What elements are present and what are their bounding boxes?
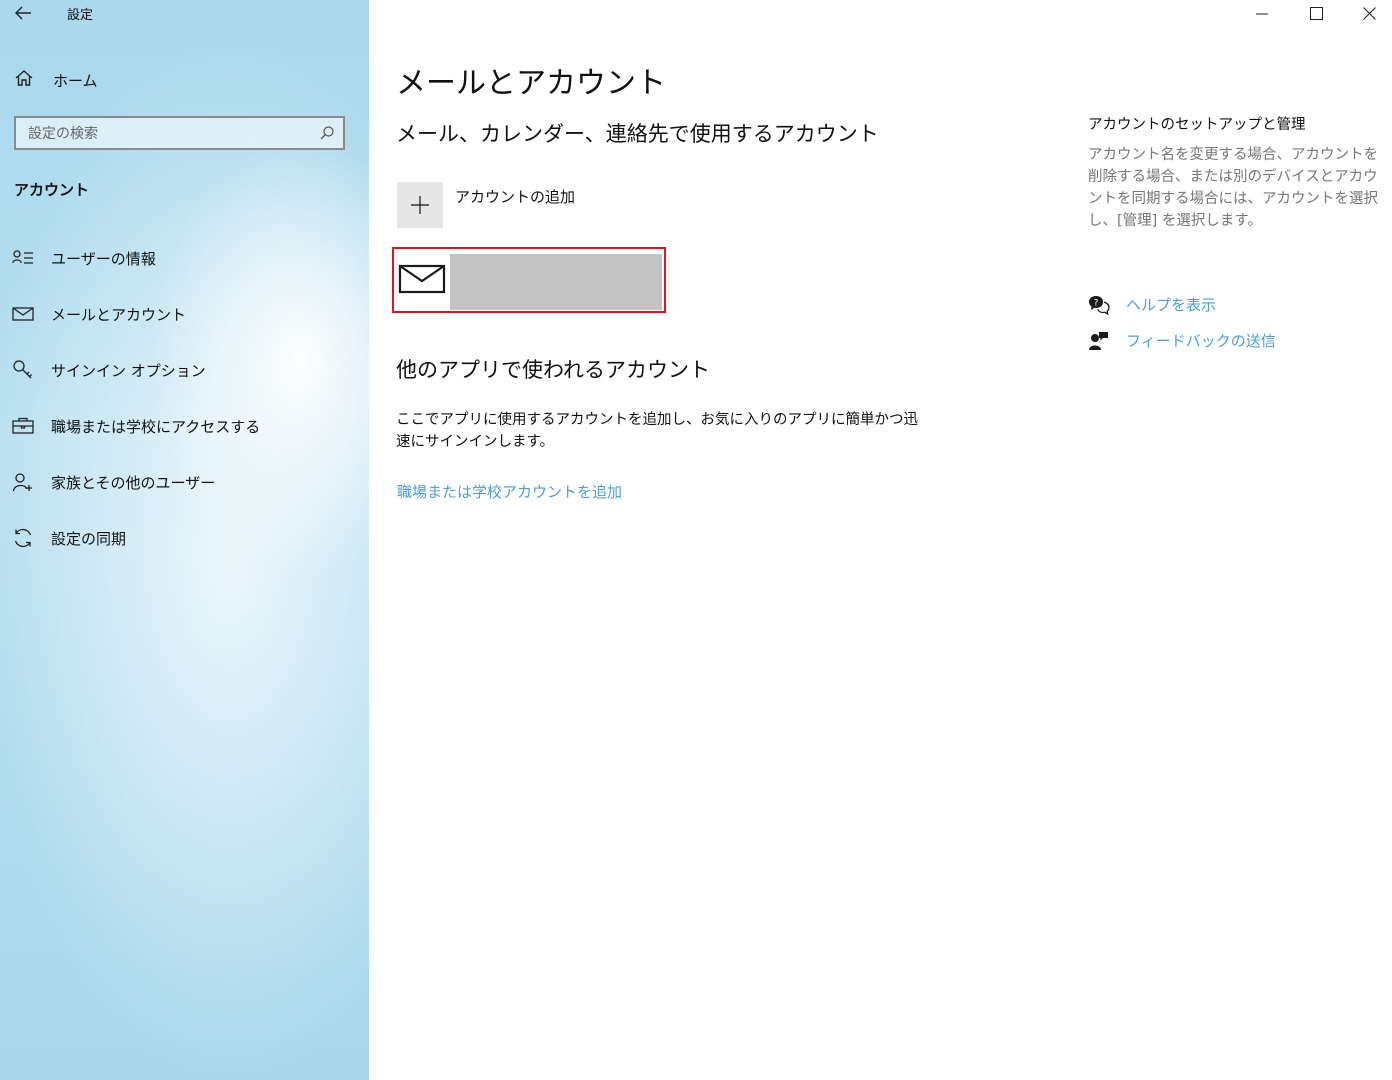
help-link-label: ヘルプを表示 — [1126, 296, 1217, 314]
maximize-icon — [1309, 5, 1323, 24]
close-button[interactable] — [1346, 0, 1392, 28]
sidebar-item-work-school[interactable]: 職場または学校にアクセスする — [12, 410, 260, 442]
sidebar-item-mail-accounts[interactable]: メールとアカウント — [12, 298, 186, 330]
minimize-icon — [1256, 5, 1268, 24]
back-arrow-icon[interactable] — [12, 3, 34, 23]
sidebar-section-title: アカウント — [14, 181, 90, 199]
window-title: 設定 — [67, 8, 94, 23]
sidebar-item-user-info[interactable]: ユーザーの情報 — [12, 242, 156, 274]
mail-icon — [12, 303, 34, 325]
sync-icon — [12, 527, 34, 549]
search-box — [14, 116, 345, 150]
add-account-label: アカウントの追加 — [455, 188, 576, 206]
sidebar-item-label: ユーザーの情報 — [51, 249, 156, 268]
sidebar-item-label: 職場または学校にアクセスする — [51, 417, 261, 436]
sidebar-item-label: サインイン オプション — [51, 361, 206, 380]
help-link[interactable]: ? ヘルプを表示 — [1088, 294, 1216, 315]
feedback-link-label: フィードバックの送信 — [1126, 332, 1276, 350]
briefcase-icon — [12, 415, 34, 437]
add-user-icon — [12, 471, 34, 493]
add-account-button[interactable]: アカウントの追加 — [397, 182, 575, 228]
sidebar: 設定 ホーム アカウント ユーザーの情報 メールとアカウント サインイン オプシ… — [0, 0, 369, 1080]
minimize-button[interactable] — [1239, 0, 1285, 28]
search-icon[interactable] — [319, 125, 335, 141]
email-account-item[interactable] — [392, 247, 666, 313]
redacted-account-name — [450, 254, 662, 310]
other-apps-description: ここでアプリに使用するアカウントを追加し、お気に入りのアプリに簡単かつ迅速にサイ… — [396, 412, 918, 450]
page-title: メールとアカウント — [396, 66, 666, 101]
sidebar-home[interactable]: ホーム — [14, 66, 98, 94]
sidebar-home-label: ホーム — [53, 71, 98, 90]
add-work-school-account-link[interactable]: 職場または学校アカウントを追加 — [397, 481, 622, 502]
sidebar-item-label: 設定の同期 — [51, 529, 127, 548]
close-icon — [1362, 5, 1376, 24]
section-heading-accounts: メール、カレンダー、連絡先で使用するアカウント — [396, 122, 879, 146]
key-icon — [12, 359, 34, 381]
svg-text:?: ? — [1094, 298, 1099, 308]
related-description: アカウント名を変更する場合、アカウントを削除する場合、または別のデバイスとアカウ… — [1088, 147, 1378, 229]
sidebar-item-signin-options[interactable]: サインイン オプション — [12, 354, 206, 386]
maximize-button[interactable] — [1293, 0, 1339, 28]
related-title: アカウントのセットアップと管理 — [1088, 117, 1306, 133]
sidebar-item-label: 家族とその他のユーザー — [51, 473, 216, 492]
mail-icon — [398, 263, 446, 295]
help-chat-icon: ? — [1088, 295, 1110, 315]
user-info-icon — [12, 247, 34, 269]
home-icon — [14, 68, 34, 92]
plus-icon — [397, 182, 443, 228]
sidebar-item-sync-settings[interactable]: 設定の同期 — [12, 522, 126, 554]
section-heading-other-apps: 他のアプリで使われるアカウント — [396, 358, 710, 382]
sidebar-item-label: メールとアカウント — [51, 305, 187, 324]
sidebar-item-family-users[interactable]: 家族とその他のユーザー — [12, 466, 215, 498]
search-input[interactable] — [26, 122, 310, 146]
feedback-link[interactable]: フィードバックの送信 — [1088, 330, 1276, 351]
feedback-icon — [1088, 331, 1110, 351]
